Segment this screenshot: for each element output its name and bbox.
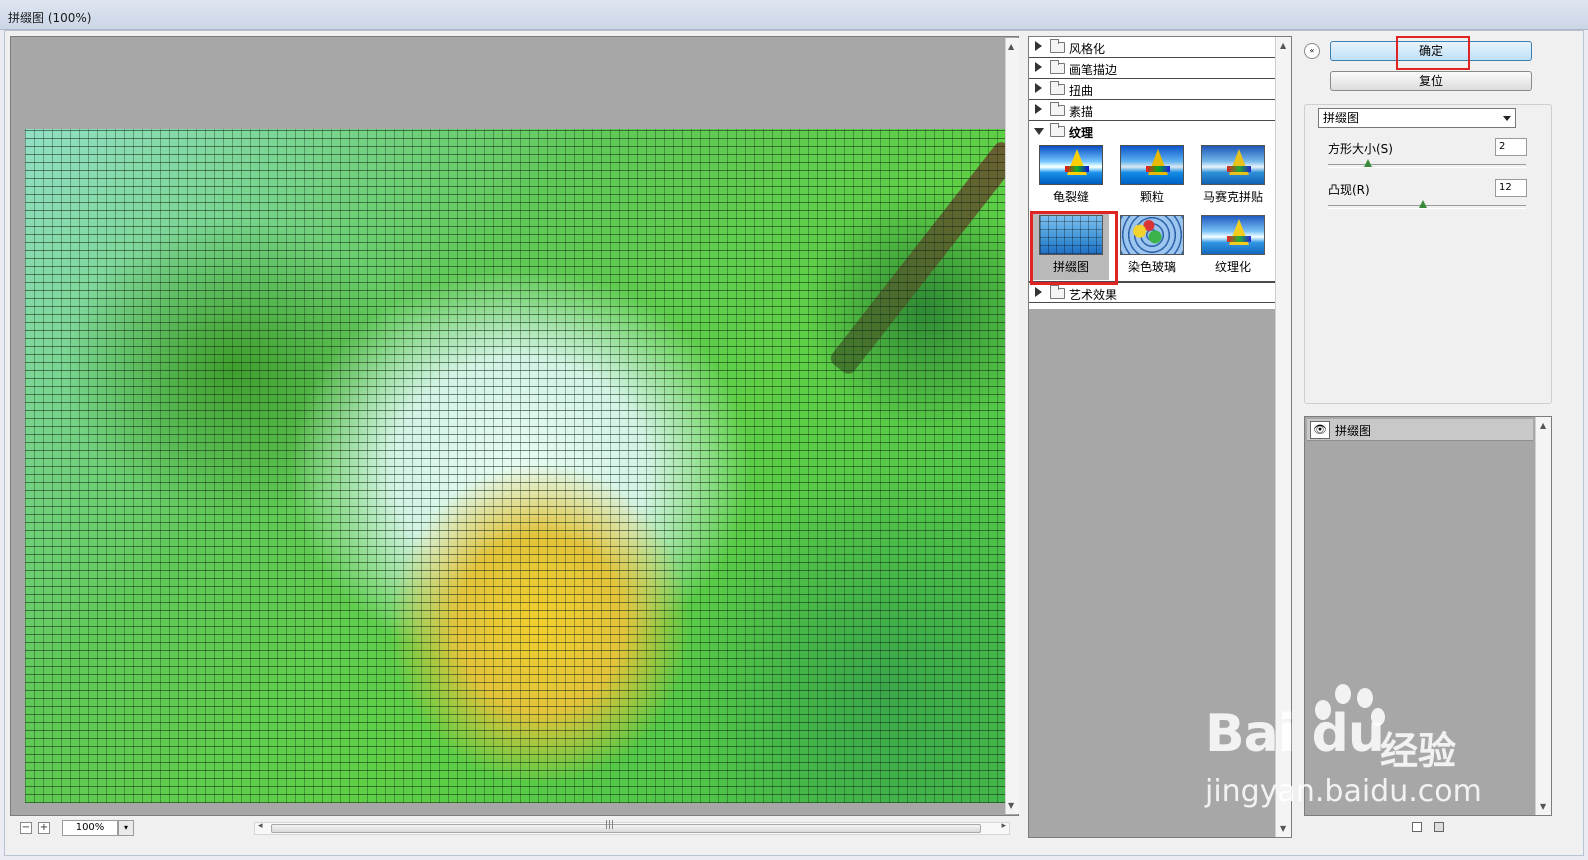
folder-icon (1050, 39, 1065, 53)
eye-icon[interactable]: 👁 (1310, 421, 1330, 439)
thumb-label: 染色玻璃 (1127, 260, 1176, 274)
dropdown-caret-icon (1503, 116, 1511, 121)
layers-scrollbar[interactable]: ▲ ▼ (1535, 417, 1551, 815)
filter-thumb-texturizer[interactable]: 纹理化 (1195, 214, 1271, 280)
folder-open-icon (1050, 123, 1065, 137)
filter-category-brush-strokes[interactable]: 画笔描边 (1029, 58, 1275, 79)
category-label: 艺术效果 (1069, 288, 1118, 302)
relief-slider-thumb[interactable] (1419, 200, 1428, 208)
filter-category-distort[interactable]: 扭曲 (1029, 79, 1275, 100)
filter-select-dropdown[interactable]: 拼缀图 (1318, 108, 1516, 128)
scroll-down-icon[interactable]: ▼ (1280, 824, 1286, 833)
filter-thumb-stained-glass[interactable]: 染色玻璃 (1114, 214, 1190, 280)
filter-category-stylize[interactable]: 风格化 (1029, 37, 1275, 58)
category-label: 素描 (1069, 105, 1094, 119)
thumbnail-image (1201, 145, 1265, 185)
expand-arrow-icon[interactable] (1035, 83, 1042, 93)
scrollbar-thumb[interactable] (271, 824, 981, 833)
filter-thumb-craquelure[interactable]: 龟裂缝 (1033, 144, 1109, 210)
thumb-label: 龟裂缝 (1052, 190, 1089, 204)
watermark-cn: 经验 (1380, 729, 1457, 773)
thumb-label: 纹理化 (1214, 260, 1251, 274)
folder-icon (1050, 285, 1065, 299)
thumbnail-image (1120, 215, 1184, 255)
title-bar: 拼缀图 (100%) (0, 0, 1588, 30)
scroll-down-icon[interactable]: ▼ (1540, 802, 1546, 811)
effect-layer-row[interactable]: 👁 拼缀图 (1307, 419, 1533, 441)
ok-button-highlight (1396, 36, 1470, 70)
watermark-url: jingyan.baidu.com (1205, 774, 1482, 809)
category-label: 扭曲 (1069, 84, 1094, 98)
square-size-slider-thumb[interactable] (1363, 159, 1372, 167)
scroll-up-icon[interactable]: ▲ (1280, 41, 1286, 50)
trash-icon[interactable] (1434, 822, 1444, 832)
filter-category-sketch[interactable]: 素描 (1029, 100, 1275, 121)
category-label: 纹理 (1069, 126, 1094, 140)
relief-label: 凸现(R) (1328, 183, 1370, 197)
expand-arrow-icon[interactable] (1035, 104, 1042, 114)
filter-thumb-grain[interactable]: 颗粒 (1114, 144, 1190, 210)
patchwork-tiles-overlay (25, 129, 1014, 803)
preview-bottom-bar: − + 100% ▾ ◂ ||| ▸ (10, 818, 1019, 838)
scroll-up-icon[interactable]: ▲ (1540, 421, 1546, 430)
baidu-watermark: Bai du 经验 jingyan.baidu.com (1205, 680, 1505, 810)
relief-input[interactable]: 12 (1495, 179, 1527, 197)
scroll-up-icon[interactable]: ▲ (1008, 42, 1014, 51)
selected-filter-highlight (1030, 211, 1118, 285)
collapse-gallery-button[interactable]: « (1304, 43, 1320, 59)
thumb-label: 马赛克拼贴 (1202, 190, 1263, 204)
filter-category-artistic[interactable]: 艺术效果 (1029, 282, 1275, 303)
category-label: 画笔描边 (1069, 63, 1118, 77)
scroll-down-icon[interactable]: ▼ (1008, 801, 1014, 810)
reset-button[interactable]: 复位 (1330, 71, 1532, 91)
selected-filter-value: 拼缀图 (1323, 111, 1360, 125)
folder-icon (1050, 102, 1065, 116)
new-effect-layer-icon[interactable] (1412, 822, 1422, 832)
thumbnail-image (1120, 145, 1184, 185)
thumbnail-image (1039, 145, 1103, 185)
preview-area[interactable] (10, 36, 1019, 816)
zoom-dropdown-button[interactable]: ▾ (118, 820, 134, 836)
preview-vertical-scrollbar[interactable]: ▲ ▼ (1005, 38, 1019, 814)
thumbnail-image (1201, 215, 1265, 255)
filter-category-texture[interactable]: 纹理 (1029, 121, 1275, 142)
expand-arrow-icon[interactable] (1035, 287, 1042, 297)
thumb-label: 颗粒 (1139, 190, 1164, 204)
scroll-right-icon[interactable]: ▸ (1001, 821, 1006, 831)
preview-horizontal-scrollbar[interactable]: ◂ ||| ▸ (254, 820, 1010, 835)
square-size-slider[interactable] (1328, 164, 1526, 168)
folder-icon (1050, 60, 1065, 74)
category-label: 风格化 (1069, 42, 1106, 56)
filter-thumb-mosaic-tiles[interactable]: 马赛克拼贴 (1195, 144, 1271, 210)
collapse-arrow-icon[interactable] (1034, 128, 1044, 135)
preview-image (25, 129, 1014, 803)
window-title: 拼缀图 (100%) (8, 11, 92, 25)
zoom-out-button[interactable]: − (20, 822, 32, 834)
expand-arrow-icon[interactable] (1035, 41, 1042, 51)
zoom-level-field[interactable]: 100% (62, 820, 118, 836)
square-size-label: 方形大小(S) (1328, 142, 1393, 156)
watermark-brand: Bai du (1205, 704, 1385, 764)
zoom-in-button[interactable]: + (38, 822, 50, 834)
folder-icon (1050, 81, 1065, 95)
scrollbar-grip-icon: ||| (605, 820, 615, 830)
expand-arrow-icon[interactable] (1035, 62, 1042, 72)
effect-layer-label: 拼缀图 (1335, 424, 1372, 438)
scroll-left-icon[interactable]: ◂ (258, 821, 263, 831)
square-size-input[interactable]: 2 (1495, 138, 1527, 156)
